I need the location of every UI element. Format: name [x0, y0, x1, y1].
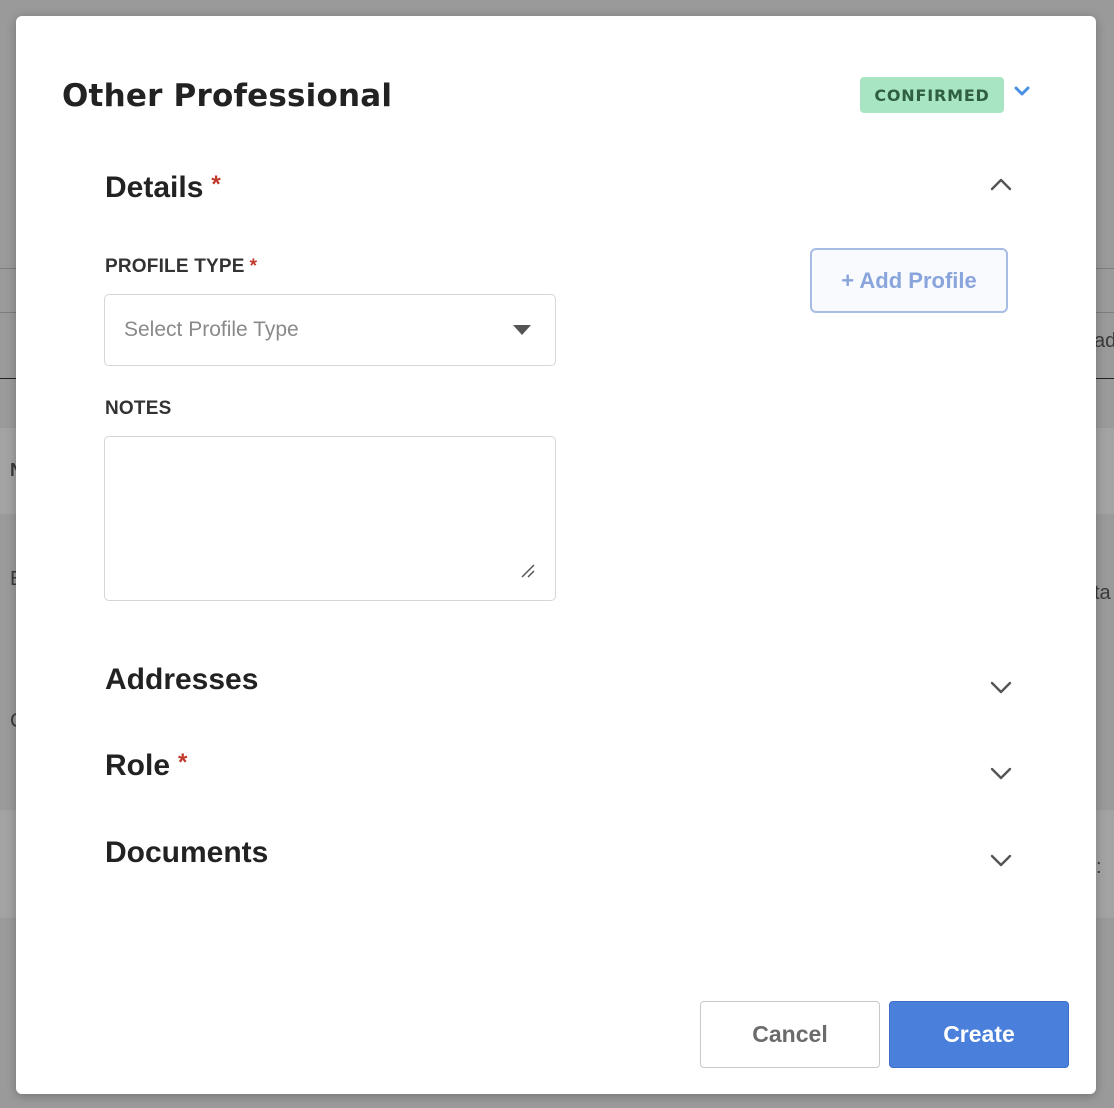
section-documents-title: Documents	[105, 836, 269, 869]
section-documents-header[interactable]: Documents	[105, 836, 268, 870]
modal-title: Other Professional	[62, 78, 393, 114]
section-role-title: Role	[105, 749, 171, 782]
notes-textarea[interactable]	[104, 436, 556, 601]
section-details-header[interactable]: Details *	[105, 171, 221, 205]
profile-type-label: PROFILE TYPE *	[105, 256, 257, 278]
section-details-title: Details	[105, 171, 204, 204]
status-badge[interactable]: CONFIRMED	[860, 77, 1004, 113]
profile-type-placeholder: Select Profile Type	[124, 318, 299, 341]
chevron-up-icon[interactable]	[988, 172, 1014, 198]
section-addresses-header[interactable]: Addresses	[105, 663, 258, 697]
bg-text: ta	[1094, 582, 1111, 604]
required-asterisk: *	[211, 171, 221, 198]
profile-type-select[interactable]: Select Profile Type	[104, 294, 556, 366]
cancel-button[interactable]: Cancel	[700, 1001, 880, 1068]
section-role-header[interactable]: Role *	[105, 749, 187, 783]
chevron-down-icon[interactable]	[988, 674, 1014, 700]
add-profile-button[interactable]: + Add Profile	[810, 248, 1008, 313]
section-addresses-title: Addresses	[105, 663, 259, 696]
chevron-down-icon[interactable]	[988, 760, 1014, 786]
status-dropdown-chevron-icon[interactable]	[1012, 82, 1032, 102]
create-button[interactable]: Create	[889, 1001, 1069, 1068]
caret-down-icon	[513, 325, 531, 335]
notes-label: NOTES	[105, 398, 172, 419]
chevron-down-icon[interactable]	[988, 847, 1014, 873]
resize-handle-icon[interactable]	[519, 562, 537, 580]
bg-text: ad	[1094, 330, 1114, 352]
bg-text: :	[1096, 856, 1102, 878]
profile-type-label-text: PROFILE TYPE	[105, 256, 245, 277]
create-professional-modal: Other Professional CONFIRMED Details * PR…	[16, 16, 1096, 1094]
required-asterisk: *	[249, 256, 258, 277]
required-asterisk: *	[178, 749, 188, 776]
